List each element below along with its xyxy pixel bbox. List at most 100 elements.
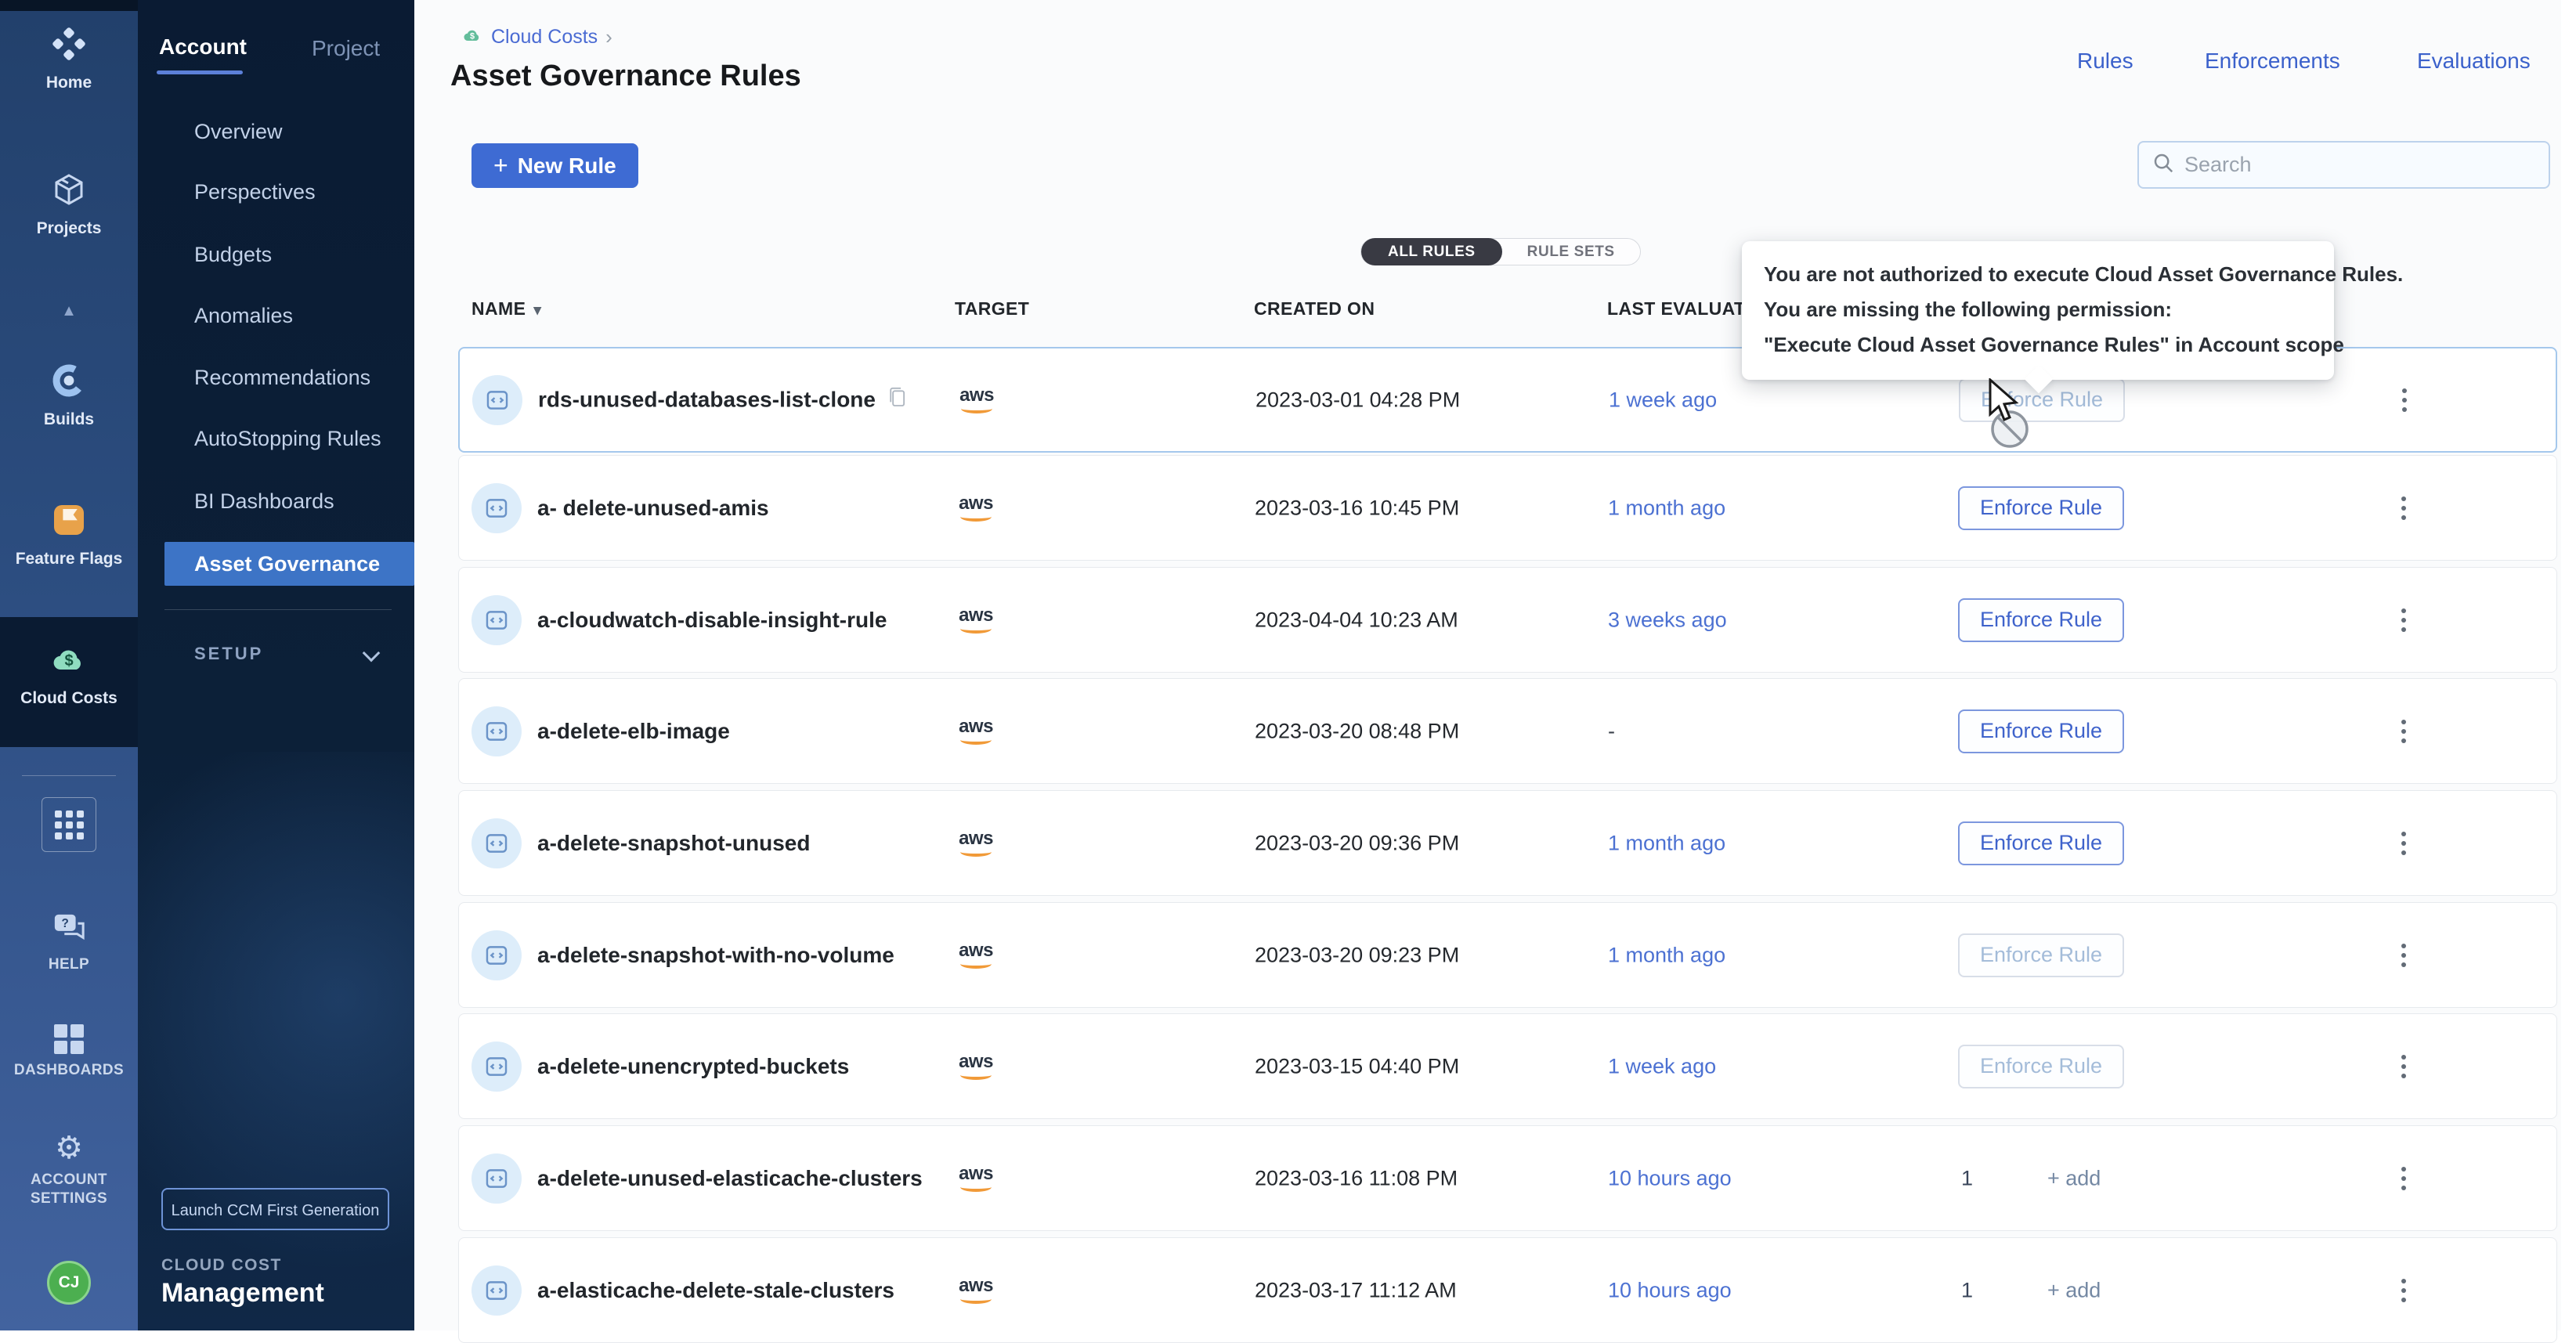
row-menu-kebab-icon[interactable]	[2394, 712, 2414, 751]
rail-item-profile[interactable]: CJ	[0, 1261, 138, 1305]
row-menu-kebab-icon[interactable]	[2394, 1047, 2414, 1086]
table-row[interactable]: a-delete-elb-image aws 2023-03-20 08:48 …	[458, 678, 2557, 784]
created-on: 2023-03-16 11:08 PM	[1255, 1166, 1458, 1190]
rail-item-cloud-costs[interactable]: $ Cloud Costs	[0, 641, 138, 708]
enforce-rule-button[interactable]: Enforce Rule	[1958, 709, 2124, 753]
row-menu-kebab-icon[interactable]	[2394, 936, 2414, 975]
row-menu-kebab-icon[interactable]	[2394, 381, 2415, 420]
aws-target-icon: aws	[956, 718, 996, 745]
enforce-rule-button[interactable]: Enforce Rule	[1958, 933, 2124, 977]
table-row[interactable]: a-delete-unused-elasticache-clusters aws…	[458, 1125, 2557, 1231]
created-on: 2023-03-20 09:23 PM	[1255, 943, 1459, 967]
table-row[interactable]: a-delete-snapshot-unused aws 2023-03-20 …	[458, 790, 2557, 896]
sidebar-item-budgets[interactable]: Budgets	[138, 239, 414, 270]
rail-item-help[interactable]: ? HELP	[0, 912, 138, 974]
row-menu-kebab-icon[interactable]	[2394, 1159, 2414, 1198]
created-on: 2023-03-17 11:12 AM	[1255, 1278, 1457, 1302]
rail-item-builds[interactable]: Builds	[0, 362, 138, 429]
toggle-rule-sets[interactable]: RULE SETS	[1502, 244, 1640, 261]
enforce-rule-button[interactable]: Enforce Rule	[1958, 821, 2124, 865]
nav-link-evaluations[interactable]: Evaluations	[2417, 49, 2531, 74]
aws-target-icon: aws	[956, 387, 997, 413]
aws-target-icon: aws	[956, 942, 996, 969]
sort-caret-icon: ▾	[533, 302, 541, 319]
row-menu-kebab-icon[interactable]	[2394, 824, 2414, 863]
toggle-all-rules[interactable]: ALL RULES	[1361, 238, 1502, 265]
rule-icon	[471, 483, 522, 533]
sidebar-item-recommendations[interactable]: Recommendations	[138, 362, 414, 393]
last-evaluated-link[interactable]: 10 hours ago	[1608, 1278, 1732, 1302]
new-rule-button[interactable]: + New Rule	[471, 143, 638, 188]
breadcrumb-cloud-costs-link[interactable]: Cloud Costs	[491, 26, 598, 49]
row-menu-kebab-icon[interactable]	[2394, 1271, 2414, 1310]
rule-name: a- delete-unused-amis	[537, 496, 769, 521]
last-evaluated-link[interactable]: 1 month ago	[1608, 831, 1725, 855]
search-input[interactable]	[2184, 153, 2536, 177]
rail-item-feature-flags[interactable]: Feature Flags	[0, 501, 138, 569]
avatar[interactable]: CJ	[47, 1261, 91, 1305]
table-row[interactable]: a- delete-unused-amis aws 2023-03-16 10:…	[458, 455, 2557, 561]
last-evaluated-link[interactable]: 10 hours ago	[1608, 1166, 1732, 1190]
enforcement-count: 1	[1961, 1166, 1973, 1190]
rule-icon	[471, 818, 522, 868]
setup-section-toggle[interactable]: SETUP	[194, 638, 263, 670]
rail-item-home[interactable]: Home	[0, 25, 138, 92]
last-evaluated-link[interactable]: 3 weeks ago	[1608, 608, 1727, 632]
col-header-created-on: CREATED ON	[1254, 291, 1375, 326]
aws-target-icon: aws	[956, 1053, 996, 1080]
rail-label: DASHBOARDS	[14, 1061, 124, 1080]
sidebar-item-overview[interactable]: Overview	[138, 116, 414, 147]
harness-home-icon	[50, 25, 88, 67]
module-selector-button[interactable]	[42, 797, 96, 852]
module-sidebar: Account Project Overview Perspectives Bu…	[138, 0, 414, 1330]
add-enforcement-link[interactable]: + add	[2047, 1278, 2101, 1302]
rail-item-account-settings[interactable]: ⚙ ACCOUNT SETTINGS	[0, 1132, 138, 1208]
nav-link-enforcements[interactable]: Enforcements	[2205, 49, 2340, 74]
tab-project[interactable]: Project	[312, 36, 380, 61]
aws-target-icon: aws	[956, 1277, 996, 1304]
rule-name: rds-unused-databases-list-clone	[538, 384, 909, 415]
rules-view-toggle: ALL RULES RULE SETS	[1360, 238, 1641, 265]
rule-icon	[471, 1042, 522, 1092]
aws-target-icon: aws	[956, 607, 996, 634]
row-menu-kebab-icon[interactable]	[2394, 601, 2414, 640]
sidebar-item-autostopping-rules[interactable]: AutoStopping Rules	[138, 423, 414, 454]
chevron-down-icon[interactable]	[363, 644, 381, 662]
col-header-last-evaluation: LAST EVALUATI	[1607, 291, 1750, 326]
last-evaluated-link[interactable]: 1 week ago	[1608, 1054, 1716, 1078]
add-enforcement-link[interactable]: + add	[2047, 1166, 2101, 1190]
search-box	[2137, 141, 2550, 189]
last-evaluated-link[interactable]: 1 month ago	[1608, 496, 1725, 520]
table-row[interactable]: a-delete-unencrypted-buckets aws 2023-03…	[458, 1013, 2557, 1119]
last-evaluated-link[interactable]: 1 week ago	[1609, 388, 1717, 412]
tooltip-line: "Execute Cloud Asset Governance Rules" i…	[1764, 327, 2312, 363]
sidebar-item-anomalies[interactable]: Anomalies	[138, 300, 414, 331]
rail-item-dashboards[interactable]: DASHBOARDS	[0, 1024, 138, 1080]
row-menu-kebab-icon[interactable]	[2394, 489, 2414, 528]
gear-icon: ⚙	[55, 1132, 83, 1164]
enforce-rule-button[interactable]: Enforce Rule	[1958, 486, 2124, 530]
rail-divider	[22, 775, 116, 776]
table-row[interactable]: a-cloudwatch-disable-insight-rule aws 20…	[458, 567, 2557, 673]
rail-label: Projects	[37, 219, 102, 238]
sidebar-item-perspectives[interactable]: Perspectives	[138, 176, 414, 208]
enforce-rule-button[interactable]: Enforce Rule	[1958, 598, 2124, 642]
sidebar-item-asset-governance[interactable]: Asset Governance	[164, 542, 414, 586]
window-right-edge	[2561, 0, 2576, 1330]
table-row[interactable]: a-delete-snapshot-with-no-volume aws 202…	[458, 902, 2557, 1008]
copy-icon[interactable]	[887, 384, 909, 415]
table-row[interactable]: a-elasticache-delete-stale-clusters aws …	[458, 1237, 2557, 1343]
sidebar-item-bi-dashboards[interactable]: BI Dashboards	[138, 486, 414, 517]
enforce-rule-button[interactable]: Enforce Rule	[1958, 1045, 2124, 1088]
col-header-name[interactable]: NAME▾	[471, 291, 541, 326]
tab-account[interactable]: Account	[159, 34, 247, 60]
rail-collapse-toggle[interactable]: ▲	[0, 302, 138, 320]
grid-icon	[55, 810, 84, 839]
rail-item-projects[interactable]: Projects	[0, 171, 138, 238]
page-title: Asset Governance Rules	[450, 60, 801, 93]
rail-top-cap	[0, 0, 138, 11]
last-evaluated-link[interactable]: 1 month ago	[1608, 943, 1725, 967]
launch-ccm-first-gen-button[interactable]: Launch CCM First Generation	[161, 1188, 389, 1230]
rule-name: a-delete-snapshot-unused	[537, 831, 810, 856]
nav-link-rules[interactable]: Rules	[2077, 49, 2133, 74]
